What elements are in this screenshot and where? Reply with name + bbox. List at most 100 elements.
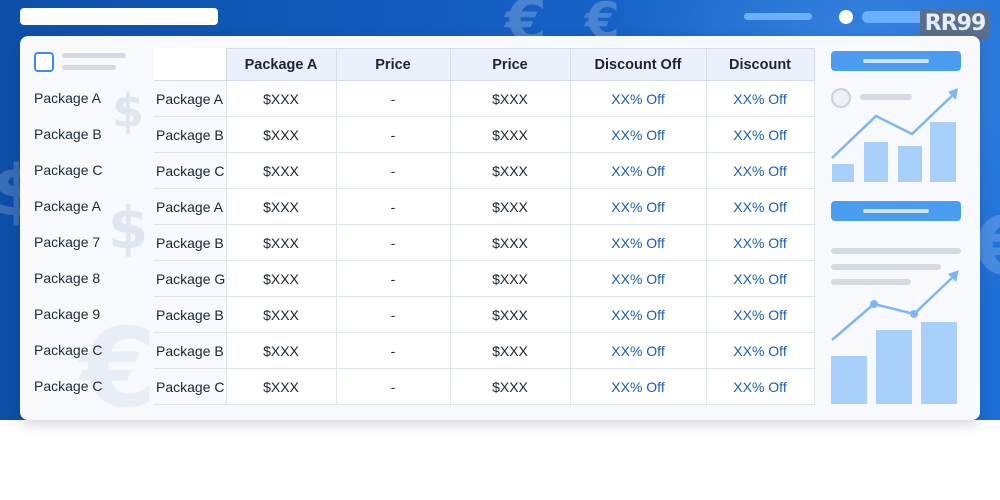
discount-cell: XX% Off	[569, 332, 707, 369]
price-cell: $XXX	[449, 260, 571, 297]
trend-bar	[921, 322, 957, 404]
placeholder-line	[62, 65, 116, 70]
price-cell: $XXX	[449, 188, 571, 225]
trend-chart-top	[831, 88, 958, 182]
price-cell: $XXX	[225, 152, 337, 189]
discount-cell: XX% Off	[569, 116, 707, 153]
package-cell: Package A	[154, 80, 227, 117]
header-cell[interactable]: Price	[449, 48, 571, 81]
package-cell: Package B	[154, 296, 227, 333]
price-cell: -	[335, 116, 451, 153]
trend-bar	[930, 122, 956, 182]
top-nav-pill[interactable]	[862, 11, 926, 23]
price-cell: $XXX	[225, 116, 337, 153]
table-header-row: Package A Price Price Discount Off Disco…	[154, 48, 815, 81]
left-package-list: Package A Package B Package C Package A …	[34, 80, 154, 404]
list-item: Package B	[34, 126, 102, 142]
discount-cell: XX% Off	[569, 368, 707, 405]
table-row[interactable]: Package A $XXX - $XXX XX% Off XX% Off	[154, 80, 815, 117]
pricing-table: Package A Price Price Discount Off Disco…	[154, 48, 815, 405]
app-screen: € € $ € RR99 $ $ € Package A Package B P…	[0, 0, 1000, 500]
price-cell: $XXX	[449, 368, 571, 405]
table-row[interactable]: Package A $XXX - $XXX XX% Off XX% Off	[154, 188, 815, 225]
price-cell: -	[335, 188, 451, 225]
price-cell: -	[335, 260, 451, 297]
header-cell[interactable]: Package A	[225, 48, 337, 81]
discount-cell: XX% Off	[569, 260, 707, 297]
table-row[interactable]: Package B $XXX - $XXX XX% Off XX% Off	[154, 296, 815, 333]
table-row[interactable]: Package B $XXX - $XXX XX% Off XX% Off	[154, 116, 815, 153]
list-item: Package A	[34, 198, 101, 214]
price-cell: $XXX	[449, 116, 571, 153]
discount-cell: XX% Off	[569, 80, 707, 117]
trend-point	[910, 310, 918, 318]
select-all-checkbox[interactable]	[34, 52, 54, 72]
table-row[interactable]: Package C $XXX - $XXX XX% Off XX% Off	[154, 368, 815, 405]
discount-cell: XX% Off	[569, 188, 707, 225]
discount-cell: XX% Off	[705, 260, 815, 297]
package-cell: Package B	[154, 332, 227, 369]
price-cell: -	[335, 152, 451, 189]
list-item: Package 8	[34, 270, 101, 286]
trend-bar	[831, 356, 867, 404]
package-cell: Package G	[154, 260, 227, 297]
table-row[interactable]: Package B $XXX - $XXX XX% Off XX% Off	[154, 332, 815, 369]
price-cell: $XXX	[225, 368, 337, 405]
discount-cell: XX% Off	[705, 296, 815, 333]
price-cell: -	[335, 296, 451, 333]
trend-bar	[832, 164, 854, 182]
button-placeholder-text	[863, 209, 929, 213]
price-cell: $XXX	[225, 80, 337, 117]
panel-button-top[interactable]	[831, 51, 961, 71]
list-item: Package 9	[34, 306, 101, 322]
trend-bar	[898, 146, 922, 182]
panel-button-bottom[interactable]	[831, 201, 961, 221]
price-cell: $XXX	[449, 80, 571, 117]
list-item: Package 7	[34, 234, 101, 250]
top-search-field[interactable]	[20, 8, 218, 25]
discount-cell: XX% Off	[569, 224, 707, 261]
table-row[interactable]: Package G $XXX - $XXX XX% Off XX% Off	[154, 260, 815, 297]
package-cell: Package B	[154, 116, 227, 153]
table-row[interactable]: Package C $XXX - $XXX XX% Off XX% Off	[154, 152, 815, 189]
table-row[interactable]: Package B $XXX - $XXX XX% Off XX% Off	[154, 224, 815, 261]
header-blank	[154, 48, 226, 81]
trend-bar	[864, 142, 888, 182]
discount-cell: XX% Off	[705, 332, 815, 369]
price-cell: $XXX	[225, 332, 337, 369]
discount-cell: XX% Off	[705, 188, 815, 225]
header-cell[interactable]: Discount	[705, 48, 815, 81]
price-cell: $XXX	[449, 332, 571, 369]
button-placeholder-text	[863, 59, 929, 63]
header-cell[interactable]: Discount Off	[569, 48, 707, 81]
discount-cell: XX% Off	[705, 224, 815, 261]
discount-cell: XX% Off	[705, 116, 815, 153]
list-item: Package C	[34, 378, 103, 394]
pricing-card: $ $ € Package A Package B Package C Pack…	[20, 36, 980, 420]
discount-cell: XX% Off	[705, 80, 815, 117]
package-cell: Package A	[154, 188, 227, 225]
list-item: Package C	[34, 162, 103, 178]
price-cell: -	[335, 224, 451, 261]
price-cell: -	[335, 368, 451, 405]
package-cell: Package C	[154, 152, 227, 189]
brand-logo: RR99	[920, 9, 990, 39]
price-cell: -	[335, 80, 451, 117]
price-cell: $XXX	[225, 296, 337, 333]
top-toggle-dot[interactable]	[839, 10, 853, 24]
trend-bar	[876, 330, 912, 404]
discount-cell: XX% Off	[569, 296, 707, 333]
header-cell[interactable]: Price	[335, 48, 451, 81]
package-cell: Package B	[154, 224, 227, 261]
trend-chart-bottom	[831, 270, 959, 404]
trend-point	[870, 300, 878, 308]
package-cell: Package C	[154, 368, 227, 405]
placeholder-line	[62, 53, 126, 58]
top-nav-pill[interactable]	[744, 13, 812, 20]
discount-cell: XX% Off	[705, 152, 815, 189]
discount-cell: XX% Off	[569, 152, 707, 189]
price-cell: $XXX	[449, 296, 571, 333]
list-item: Package A	[34, 90, 101, 106]
list-item: Package C	[34, 342, 103, 358]
discount-cell: XX% Off	[705, 368, 815, 405]
